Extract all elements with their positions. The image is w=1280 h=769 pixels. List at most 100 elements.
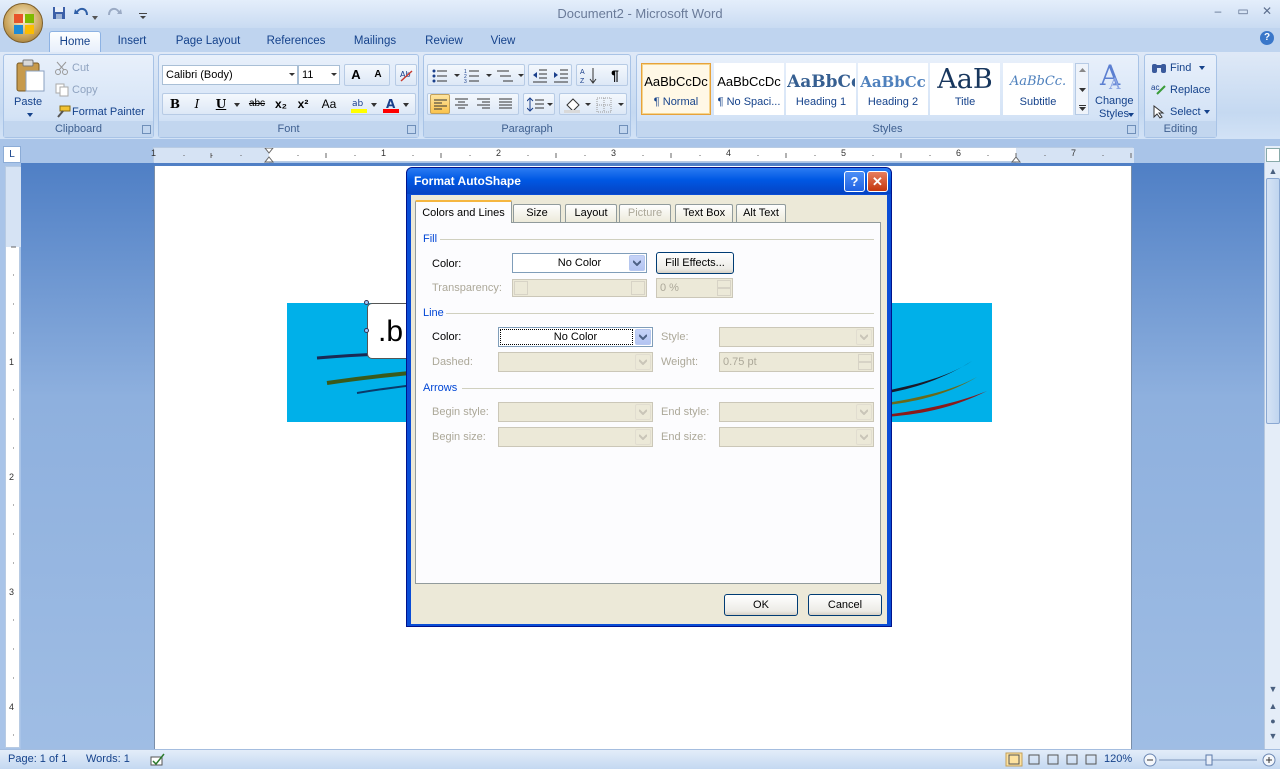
select-button[interactable]: Select — [1170, 106, 1201, 118]
highlight-dropdown-icon[interactable] — [371, 103, 377, 107]
restore-button[interactable]: ▭ — [1233, 4, 1253, 22]
undo-icon[interactable] — [74, 5, 90, 21]
customize-qat-icon[interactable] — [139, 8, 147, 24]
grow-font-button[interactable]: A — [346, 65, 366, 85]
select-browse-object-icon[interactable]: ● — [1266, 714, 1280, 729]
strikethrough-button[interactable]: abc — [245, 94, 269, 114]
help-icon[interactable]: ? — [1260, 31, 1274, 45]
save-icon[interactable] — [52, 5, 66, 21]
tab-review[interactable]: Review — [416, 31, 472, 52]
previous-page-icon[interactable]: ▲ — [1266, 699, 1280, 714]
fill-effects-button[interactable]: Fill Effects... — [656, 252, 734, 274]
tab-page-layout[interactable]: Page Layout — [168, 31, 248, 52]
end-size-select[interactable] — [719, 427, 874, 447]
proofing-icon[interactable] — [150, 753, 166, 767]
line-color-select[interactable]: No Color — [498, 327, 653, 347]
select-dropdown-icon[interactable] — [1204, 110, 1210, 114]
minimize-button[interactable]: – — [1208, 4, 1228, 22]
font-launcher-icon[interactable] — [407, 125, 416, 134]
fill-color-select[interactable]: No Color — [512, 253, 647, 273]
bold-button[interactable]: B — [165, 94, 185, 114]
copy-button[interactable]: Copy — [72, 84, 98, 96]
zoom-slider[interactable] — [1143, 753, 1278, 767]
paragraph-launcher-icon[interactable] — [619, 125, 628, 134]
line-style-select[interactable] — [719, 327, 874, 347]
italic-button[interactable]: I — [187, 94, 207, 114]
tab-mailings[interactable]: Mailings — [344, 31, 406, 52]
scroll-down-icon[interactable]: ▼ — [1266, 682, 1280, 697]
tab-picture[interactable]: Picture — [619, 204, 671, 223]
office-button[interactable] — [3, 3, 43, 43]
tab-insert[interactable]: Insert — [108, 31, 156, 52]
begin-size-select[interactable] — [498, 427, 653, 447]
increase-indent-icon[interactable] — [553, 68, 569, 83]
style-heading-1[interactable]: AaBbCc Heading 1 — [786, 63, 856, 115]
horizontal-ruler[interactable]: 1 1 2 3 4 5 6 7 — [151, 147, 1134, 163]
end-style-select[interactable] — [719, 402, 874, 422]
justify-button[interactable] — [496, 94, 516, 114]
style-normal[interactable]: AaBbCcDc ¶ Normal — [641, 63, 711, 115]
change-styles-dropdown-icon[interactable] — [1128, 113, 1134, 117]
tab-layout[interactable]: Layout — [565, 204, 617, 223]
tab-references[interactable]: References — [258, 31, 334, 52]
dialog-close-button[interactable]: ✕ — [867, 171, 888, 192]
font-color-icon[interactable]: A — [383, 97, 401, 113]
style-heading-2[interactable]: AaBbCc Heading 2 — [858, 63, 928, 115]
chevron-up-icon[interactable] — [1079, 68, 1086, 72]
tab-size[interactable]: Size — [513, 204, 561, 223]
weight-input[interactable]: 0.75 pt — [719, 352, 874, 372]
find-dropdown-icon[interactable] — [1199, 66, 1205, 70]
style-subtitle[interactable]: AaBbCc. Subtitle — [1003, 63, 1073, 115]
align-center-button[interactable] — [452, 94, 472, 114]
tab-text-box[interactable]: Text Box — [675, 204, 733, 223]
font-family-select[interactable]: Calibri (Body) — [162, 65, 298, 85]
cut-button[interactable]: Cut — [72, 62, 89, 74]
multilevel-list-icon[interactable] — [496, 68, 524, 83]
shrink-font-button[interactable]: A — [368, 65, 388, 85]
clear-formatting-icon[interactable]: Ab — [399, 68, 414, 83]
line-spacing-icon[interactable] — [527, 97, 553, 112]
scroll-up-icon[interactable]: ▲ — [1266, 164, 1280, 179]
transparency-slider[interactable] — [512, 279, 647, 297]
font-color-dropdown-icon[interactable] — [403, 103, 409, 107]
dialog-help-button[interactable]: ? — [844, 171, 865, 192]
undo-dropdown-icon[interactable] — [92, 10, 98, 26]
borders-icon[interactable] — [596, 97, 624, 113]
ok-button[interactable]: OK — [724, 594, 798, 616]
decrease-indent-icon[interactable] — [532, 68, 548, 83]
tab-alt-text[interactable]: Alt Text — [736, 204, 786, 223]
next-page-icon[interactable]: ▼ — [1266, 729, 1280, 744]
paste-dropdown-icon[interactable] — [27, 113, 33, 117]
numbering-icon[interactable]: 123 — [464, 68, 492, 83]
scrollbar-thumb[interactable] — [1266, 178, 1280, 424]
vertical-scrollbar[interactable]: ▲ ▼ ▲ ● ▼ — [1264, 146, 1280, 749]
view-ruler-icon[interactable] — [1266, 148, 1280, 162]
styles-launcher-icon[interactable] — [1127, 125, 1136, 134]
align-right-button[interactable] — [474, 94, 494, 114]
tab-view[interactable]: View — [482, 31, 524, 52]
tab-selector-button[interactable]: L — [3, 146, 21, 163]
redo-icon[interactable] — [106, 5, 122, 21]
change-styles-button-line2[interactable]: Styles — [1099, 108, 1129, 120]
cancel-button[interactable]: Cancel — [808, 594, 882, 616]
paste-button[interactable]: Paste — [14, 96, 42, 108]
shading-icon[interactable] — [563, 97, 591, 113]
change-case-button[interactable]: Aa — [317, 94, 341, 114]
more-styles-icon[interactable] — [1079, 105, 1086, 111]
subscript-button[interactable]: x₂ — [271, 94, 291, 114]
close-button[interactable]: ✕ — [1257, 4, 1277, 22]
show-formatting-button[interactable]: ¶ — [605, 65, 625, 85]
format-painter-button[interactable]: Format Painter — [72, 106, 145, 118]
sort-icon[interactable]: AZ — [580, 67, 598, 84]
dialog-title-bar[interactable]: Format AutoShape ? ✕ — [407, 168, 891, 194]
vertical-ruler[interactable]: 1 2 3 4 — [5, 166, 21, 748]
replace-button[interactable]: Replace — [1170, 84, 1210, 96]
transparency-input[interactable]: 0 % — [656, 278, 733, 298]
superscript-button[interactable]: x² — [293, 94, 313, 114]
selection-handle[interactable] — [364, 300, 369, 305]
selection-handle[interactable] — [364, 328, 369, 333]
find-button[interactable]: Find — [1170, 62, 1191, 74]
underline-button[interactable]: U — [211, 94, 231, 114]
page-count[interactable]: Page: 1 of 1 — [8, 753, 67, 765]
clipboard-launcher-icon[interactable] — [142, 125, 151, 134]
